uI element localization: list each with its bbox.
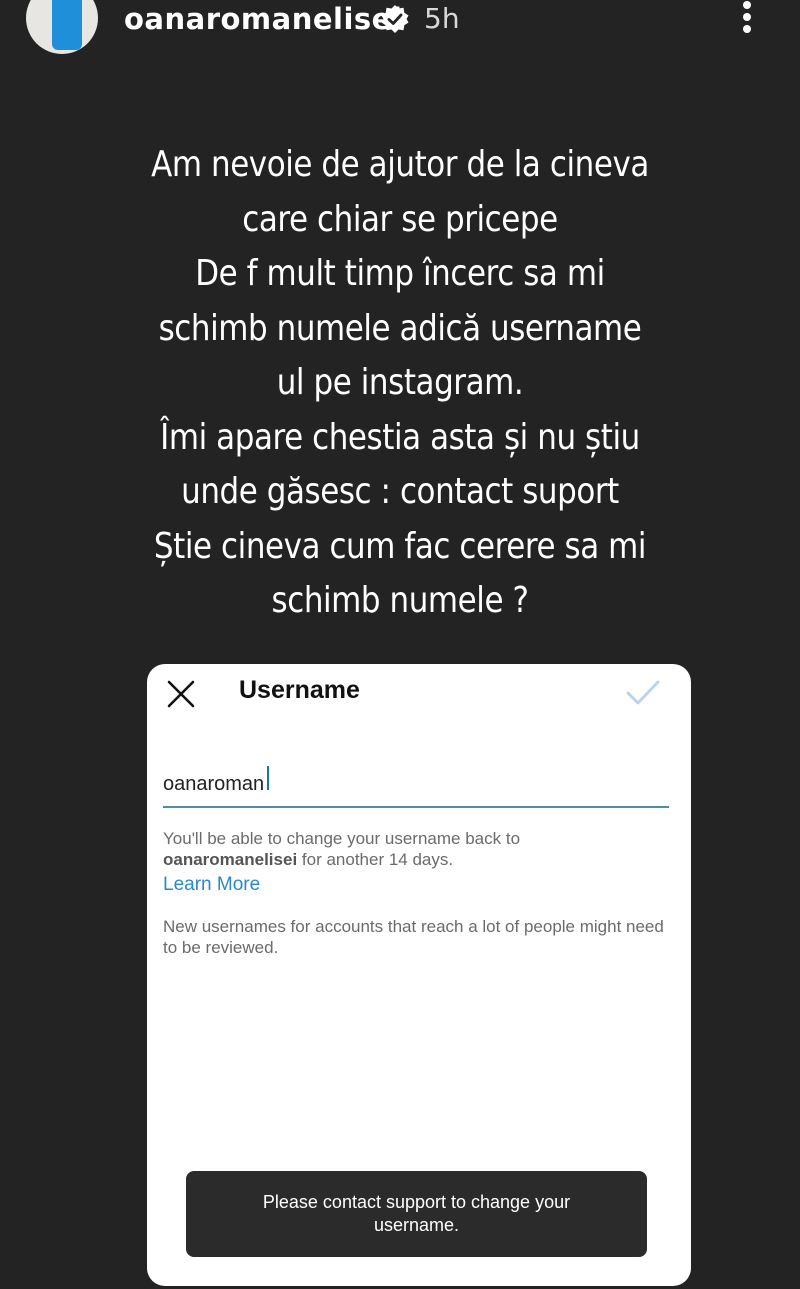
story-line: Știe cineva cum fac cerere sa mi bbox=[153, 525, 647, 567]
story-line: Am nevoie de ajutor de la cineva bbox=[151, 144, 649, 185]
time-ago: 5h bbox=[424, 2, 460, 35]
story-username[interactable]: oanaromanelisei bbox=[124, 0, 402, 38]
story-line: Îmi apare chestia asta și nu știu bbox=[160, 416, 640, 458]
more-vertical-icon[interactable] bbox=[738, 0, 756, 40]
story-header: oanaromanelisei 5h bbox=[0, 0, 800, 60]
avatar-figure bbox=[52, 0, 82, 50]
page-title: Username bbox=[239, 676, 360, 704]
story-line: ul pe instagram. bbox=[276, 362, 524, 403]
close-icon[interactable] bbox=[165, 678, 197, 710]
review-note: New usernames for accounts that reach a … bbox=[163, 917, 664, 957]
username-input[interactable] bbox=[163, 762, 669, 808]
notice-prefix: You'll be able to change your username b… bbox=[163, 829, 521, 848]
story-line: unde găsesc : contact suport bbox=[181, 471, 619, 512]
notice-suffix: for another 14 days. bbox=[301, 850, 454, 869]
check-icon[interactable] bbox=[625, 678, 661, 708]
toast-message: Please contact support to change your us… bbox=[262, 1192, 571, 1235]
story-text: Am nevoie de ajutor de la cineva care ch… bbox=[142, 138, 658, 629]
text-caret bbox=[267, 766, 269, 790]
avatar[interactable] bbox=[26, 0, 98, 54]
support-toast: Please contact support to change your us… bbox=[186, 1171, 647, 1257]
notice-username: oanaromanelisei bbox=[163, 850, 298, 869]
story-line: schimb numele adică username bbox=[158, 307, 642, 349]
username-edit-screenshot: Username You'll be able to change your u… bbox=[147, 664, 691, 1286]
learn-more-link[interactable]: Learn More bbox=[163, 874, 260, 896]
story-line: De f mult timp încerc sa mi bbox=[195, 253, 605, 294]
username-change-notice: You'll be able to change your username b… bbox=[163, 828, 673, 870]
story-line: care chiar se pricepe bbox=[242, 198, 558, 240]
story-line: schimb numele ? bbox=[271, 580, 529, 621]
verified-badge-icon bbox=[381, 5, 409, 33]
